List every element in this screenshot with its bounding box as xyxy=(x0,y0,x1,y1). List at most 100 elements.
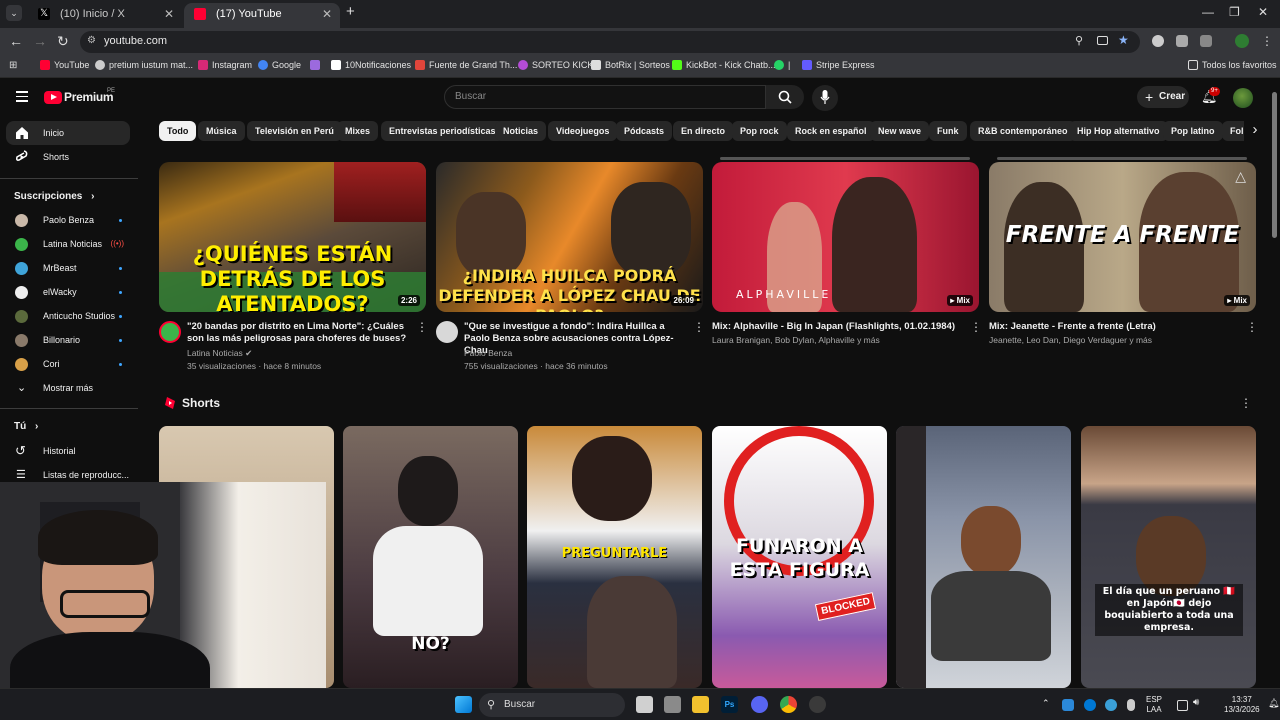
sidebar-item-shorts[interactable]: Shorts xyxy=(6,145,130,169)
bookmark-whatsapp[interactable]: | xyxy=(774,60,790,70)
chip-rock-espanol[interactable]: Rock en español xyxy=(787,121,875,141)
chip-videojuegos[interactable]: Videojuegos xyxy=(548,121,618,141)
browser-tab-youtube[interactable]: (17) YouTube ✕ xyxy=(184,3,340,28)
voice-search-button[interactable] xyxy=(812,85,838,111)
chrome-icon[interactable] xyxy=(780,696,797,713)
short-thumbnail[interactable]: El día que un peruano 🇵🇪 en Japón🇯🇵 dejo… xyxy=(1081,426,1256,688)
bookmark-stripe[interactable]: Stripe Express xyxy=(802,60,875,70)
chip-new-wave[interactable]: New wave xyxy=(870,121,930,141)
apps-grid-icon[interactable]: ⊞ xyxy=(9,60,17,71)
bookmark-gta[interactable]: Fuente de Grand Th... xyxy=(415,60,517,70)
shorts-more-icon[interactable]: ⋮ xyxy=(1240,396,1252,410)
all-bookmarks-folder[interactable]: Todos los favoritos xyxy=(1188,60,1277,70)
chip-todo[interactable]: Todo xyxy=(159,121,197,141)
video-title[interactable]: "20 bandas por distrito en Lima Norte": … xyxy=(187,321,409,345)
bookmark-star-icon[interactable]: ★ xyxy=(1118,33,1129,47)
photoshop-icon[interactable]: Ps xyxy=(721,696,738,713)
chip-mixes[interactable]: Mixes xyxy=(337,121,379,141)
sidebar-sub-billonario[interactable]: Billonario xyxy=(6,328,130,352)
task-view-icon[interactable] xyxy=(636,696,653,713)
sidebar-sub-paolo-benza[interactable]: Paolo Benza xyxy=(6,208,130,232)
browser-menu-icon[interactable]: ⋮ xyxy=(1261,34,1273,48)
video-thumbnail[interactable]: ¿INDIRA HUILCA PODRÁ DEFENDER A LÓPEZ CH… xyxy=(436,162,703,312)
sidebar-item-historial[interactable]: ↺ Historial xyxy=(6,439,130,463)
keyboard-language[interactable]: ESP LAA xyxy=(1146,695,1162,715)
windows-start-icon[interactable] xyxy=(455,696,472,713)
chip-noticias[interactable]: Noticias xyxy=(495,121,547,141)
video-title[interactable]: Mix: Jeanette - Frente a frente (Letra) xyxy=(989,321,1239,333)
sidebar-item-inicio[interactable]: Inicio xyxy=(6,121,130,145)
short-thumbnail[interactable]: NO? xyxy=(343,426,518,688)
chip-hip-hop-alternativo[interactable]: Hip Hop alternativo xyxy=(1069,121,1168,141)
site-info-icon[interactable]: ⚙ xyxy=(87,35,96,46)
youtube-premium-logo[interactable]: Premium xyxy=(64,90,114,104)
network-icon[interactable] xyxy=(1177,700,1188,711)
account-avatar[interactable] xyxy=(1233,88,1253,108)
bookmark-notificaciones[interactable]: 10Notificaciones xyxy=(331,60,411,70)
bookmark-google[interactable]: Google xyxy=(258,60,301,70)
edge-icon[interactable] xyxy=(1084,699,1096,711)
file-explorer-icon[interactable] xyxy=(692,696,709,713)
chip-pop-latino[interactable]: Pop latino xyxy=(1163,121,1223,141)
chip-podcasts[interactable]: Pódcasts xyxy=(616,121,673,141)
video-thumbnail[interactable]: ¿QUIÉNES ESTÁN DETRÁS DE LOS ATENTADOS? … xyxy=(159,162,426,312)
mix-artists[interactable]: Laura Branigan, Bob Dylan, Alphaville y … xyxy=(712,334,880,347)
chip-entrevistas[interactable]: Entrevistas periodísticas xyxy=(381,121,504,141)
bookmark-instagram[interactable]: Instagram xyxy=(198,60,252,70)
short-thumbnail[interactable]: PREGUNTARLE xyxy=(527,426,702,688)
bookmark-sorteo-kick[interactable]: SORTEO KICK xyxy=(518,60,593,70)
bookmark-youtube[interactable]: YouTube xyxy=(40,60,89,70)
bookmark-botrix[interactable]: BotRix | Sorteos xyxy=(591,60,670,70)
minimize-icon[interactable]: — xyxy=(1202,5,1214,19)
profile-avatar[interactable] xyxy=(1235,34,1249,48)
chip-pop-rock[interactable]: Pop rock xyxy=(732,121,787,141)
bookmark-kickbot[interactable]: KickBot - Kick Chatb... xyxy=(672,60,776,70)
hamburger-menu-icon[interactable] xyxy=(16,91,28,102)
create-button[interactable]: + Crear xyxy=(1137,86,1189,108)
zoom-icon[interactable]: ⚲ xyxy=(1075,34,1083,47)
you-heading[interactable]: Tú › xyxy=(14,421,38,432)
window-close-icon[interactable]: ✕ xyxy=(1258,5,1268,19)
chips-next-arrow-icon[interactable]: › xyxy=(1244,118,1266,142)
video-title[interactable]: Mix: Alphaville - Big In Japan (Flashlig… xyxy=(712,321,962,333)
reload-icon[interactable]: ↻ xyxy=(57,33,69,50)
more-actions-icon[interactable]: ⋮ xyxy=(970,320,982,334)
sidebar-sub-elwacky[interactable]: elWacky xyxy=(6,280,130,304)
channel-avatar[interactable] xyxy=(159,321,181,343)
volume-icon[interactable]: 🔊︎ xyxy=(1193,697,1199,708)
microphone-tray-icon[interactable] xyxy=(1127,699,1135,711)
chip-en-directo[interactable]: En directo xyxy=(673,121,734,141)
subscriptions-heading[interactable]: Suscripciones › xyxy=(14,191,94,202)
more-actions-icon[interactable]: ⋮ xyxy=(693,320,705,334)
chip-rnb[interactable]: R&B contemporáneo xyxy=(970,121,1076,141)
omnibox[interactable]: ⚙ youtube.com ⚲ ★ xyxy=(80,31,1140,53)
close-tab-icon[interactable]: ✕ xyxy=(322,3,332,25)
tray-app-icon[interactable] xyxy=(1105,699,1117,711)
search-button[interactable] xyxy=(766,85,804,109)
mix-artists[interactable]: Jeanette, Leo Dan, Diego Verdaguer y más xyxy=(989,334,1152,347)
discord-icon[interactable] xyxy=(751,696,768,713)
sidebar-sub-anticucho-studios[interactable]: Anticucho Studios xyxy=(6,304,130,328)
channel-avatar[interactable] xyxy=(436,321,458,343)
chip-funk[interactable]: Funk xyxy=(929,121,967,141)
chip-television-peru[interactable]: Televisión en Perú xyxy=(247,121,342,141)
file-icon[interactable] xyxy=(664,696,681,713)
forward-icon[interactable]: → xyxy=(33,33,47,49)
sidebar-sub-cori[interactable]: Cori xyxy=(6,352,130,376)
sidebar-sub-mrbeast[interactable]: MrBeast xyxy=(6,256,130,280)
channel-name[interactable]: Latina Noticias ✔ xyxy=(187,347,252,360)
close-tab-icon[interactable]: ✕ xyxy=(164,3,174,25)
extension-icon[interactable] xyxy=(1176,35,1188,47)
channel-name[interactable]: Paolo Benza xyxy=(464,347,512,360)
url-text[interactable]: youtube.com xyxy=(104,35,167,47)
video-thumbnail[interactable]: ALPHAVILLE ▸ Mix xyxy=(712,162,979,312)
clock[interactable]: 13:37 13/3/2026 xyxy=(1224,695,1260,715)
bookmark-pinwheel[interactable] xyxy=(310,60,324,70)
short-thumbnail[interactable] xyxy=(896,426,1071,688)
taskbar-search[interactable]: ⚲ Buscar xyxy=(479,693,625,717)
app-icon[interactable] xyxy=(809,696,826,713)
chip-musica[interactable]: Música xyxy=(198,121,245,141)
more-actions-icon[interactable]: ⋮ xyxy=(1246,320,1258,334)
install-app-icon[interactable] xyxy=(1097,36,1108,45)
more-actions-icon[interactable]: ⋮ xyxy=(416,320,428,334)
